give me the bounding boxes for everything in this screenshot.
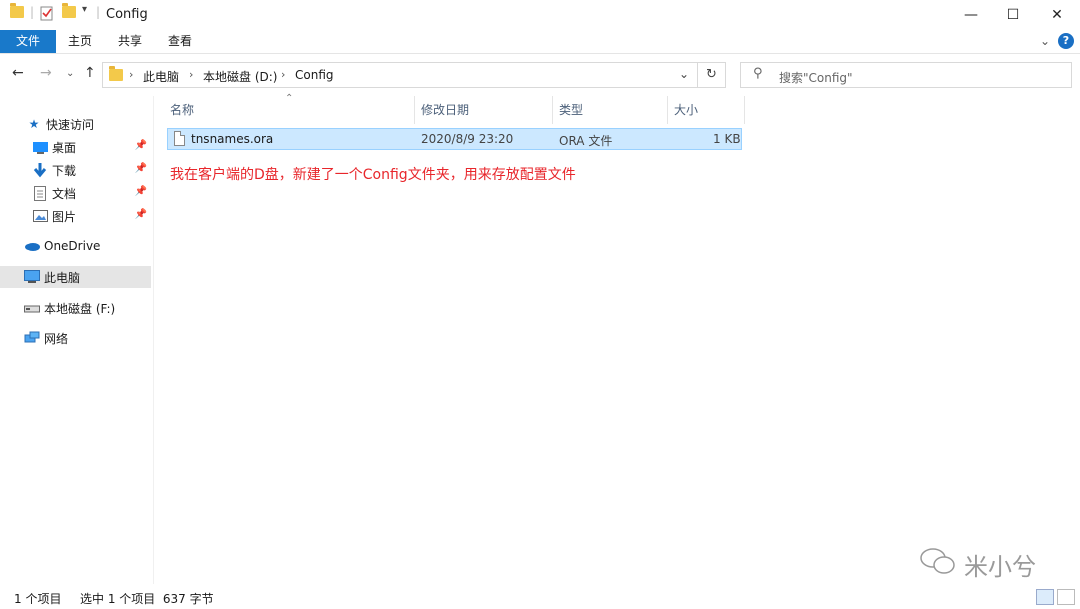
separator: |: [96, 5, 101, 19]
sidebar-item-onedrive[interactable]: OneDrive: [0, 235, 151, 257]
download-icon: [32, 162, 48, 177]
sidebar-item-label: 下载: [52, 163, 77, 178]
title-bar: | ▾ | Config — ☐ ✕: [0, 0, 1080, 30]
breadcrumb-separator-icon[interactable]: ›: [129, 68, 133, 81]
file-modified: 2020/8/9 23:20: [421, 132, 514, 146]
sidebar-item-documents[interactable]: 文档 📌: [0, 182, 151, 204]
folder-icon: [109, 66, 123, 81]
address-row: ← → ⌄ ↑ › 此电脑 › 本地磁盘 (D:) › Config ⌄ ↻ ⚲…: [0, 60, 1080, 90]
file-type: ORA 文件: [559, 134, 613, 148]
column-header-size[interactable]: 大小: [668, 96, 745, 124]
sidebar-item-label: 本地磁盘 (F:): [44, 301, 116, 316]
window-title: Config: [106, 7, 148, 22]
tab-view[interactable]: 查看: [158, 30, 202, 53]
watermark: 米小兮: [918, 543, 1058, 583]
breadcrumb-separator-icon[interactable]: ›: [189, 68, 193, 81]
tab-file[interactable]: 文件: [0, 30, 56, 53]
search-icon: ⚲: [753, 66, 763, 81]
pin-icon[interactable]: 📌: [135, 209, 147, 220]
help-icon[interactable]: ?: [1058, 33, 1074, 49]
breadcrumb-separator-icon[interactable]: ›: [281, 68, 285, 81]
ribbon-expand-icon[interactable]: ⌄: [1040, 34, 1050, 48]
pin-icon[interactable]: 📌: [135, 140, 147, 151]
pin-icon[interactable]: 📌: [135, 186, 147, 197]
sidebar-item-label: 图片: [52, 209, 77, 224]
sidebar-item-label: 桌面: [52, 140, 77, 155]
details-view-icon[interactable]: [1036, 589, 1054, 605]
annotation-text: 我在客户端的D盘，新建了一个Config文件夹，用来存放配置文件: [170, 167, 576, 183]
wechat-icon: [920, 548, 955, 574]
column-header-name[interactable]: 名称: [164, 96, 415, 124]
computer-icon: [24, 270, 40, 284]
desktop-icon: [32, 140, 48, 154]
up-arrow-icon[interactable]: ↑: [84, 65, 96, 81]
document-icon: [32, 185, 48, 201]
recent-dropdown-icon[interactable]: ⌄: [66, 68, 74, 79]
tab-home[interactable]: 主页: [58, 30, 102, 53]
maximize-button[interactable]: ☐: [990, 0, 1036, 30]
file-icon: [174, 131, 185, 146]
ribbon-tabs: 文件 主页 共享 查看 ⌄ ?: [0, 30, 1080, 54]
sidebar-item-label: OneDrive: [44, 239, 101, 253]
sidebar-item-this-pc[interactable]: 此电脑: [0, 266, 151, 288]
customize-toolbar-icon[interactable]: ▾: [82, 4, 87, 15]
properties-icon[interactable]: [40, 5, 54, 21]
address-bar[interactable]: › 此电脑 › 本地磁盘 (D:) › Config ⌄: [102, 62, 698, 88]
sidebar-item-label: 此电脑: [44, 270, 81, 285]
status-bar: 1 个项目 选中 1 个项目 637 字节: [0, 586, 1080, 609]
sidebar-item-label: 文档: [52, 186, 77, 201]
tab-share[interactable]: 共享: [108, 30, 152, 53]
file-name: tnsnames.ora: [191, 132, 274, 146]
network-icon: [24, 331, 40, 345]
watermark-text: 米小兮: [964, 553, 1036, 581]
sidebar-item-desktop[interactable]: 桌面 📌: [0, 136, 151, 158]
star-icon: ★: [28, 117, 40, 131]
table-row[interactable]: tnsnames.ora 2020/8/9 23:20 ORA 文件 1 KB: [167, 128, 742, 150]
folder-icon: [10, 3, 24, 18]
column-header-type[interactable]: 类型: [553, 96, 668, 124]
file-size: 1 KB: [713, 132, 741, 146]
cloud-icon: [24, 239, 40, 253]
close-button[interactable]: ✕: [1034, 0, 1080, 30]
drive-icon: [24, 301, 40, 315]
minimize-button[interactable]: —: [948, 0, 994, 30]
sidebar-item-pictures[interactable]: 图片 📌: [0, 205, 151, 227]
forward-arrow-icon[interactable]: →: [40, 65, 52, 81]
search-placeholder: 搜索"Config": [779, 71, 853, 85]
selection-info: 选中 1 个项目 637 字节: [80, 592, 214, 606]
search-input[interactable]: ⚲ 搜索"Config": [740, 62, 1072, 88]
navigation-pane: ★ 快速访问 桌面 📌 下载 📌 文档 📌 图片 📌 OneDrive 此电脑 …: [0, 96, 154, 584]
breadcrumb-drive-d[interactable]: 本地磁盘 (D:): [203, 68, 277, 85]
refresh-button[interactable]: ↻: [698, 62, 726, 88]
sidebar-item-drive-f[interactable]: 本地磁盘 (F:): [0, 297, 151, 319]
large-icons-view-icon[interactable]: [1057, 589, 1075, 605]
back-arrow-icon[interactable]: ←: [12, 65, 24, 81]
sidebar-item-downloads[interactable]: 下载 📌: [0, 159, 151, 181]
pin-icon[interactable]: 📌: [135, 163, 147, 174]
sidebar-item-label: 快速访问: [46, 117, 95, 132]
sidebar-item-quick-access[interactable]: ★ 快速访问: [0, 113, 151, 135]
column-header-modified[interactable]: 修改日期: [415, 96, 553, 124]
separator: |: [30, 5, 35, 19]
sidebar-item-network[interactable]: 网络: [0, 327, 151, 349]
item-count: 1 个项目: [14, 592, 62, 606]
breadcrumb-this-pc[interactable]: 此电脑: [143, 68, 179, 85]
chevron-down-icon[interactable]: ⌄: [679, 67, 689, 81]
sidebar-item-label: 网络: [44, 331, 69, 346]
breadcrumb-config[interactable]: Config: [295, 68, 334, 82]
pictures-icon: [32, 209, 48, 223]
new-folder-icon[interactable]: [62, 3, 76, 18]
